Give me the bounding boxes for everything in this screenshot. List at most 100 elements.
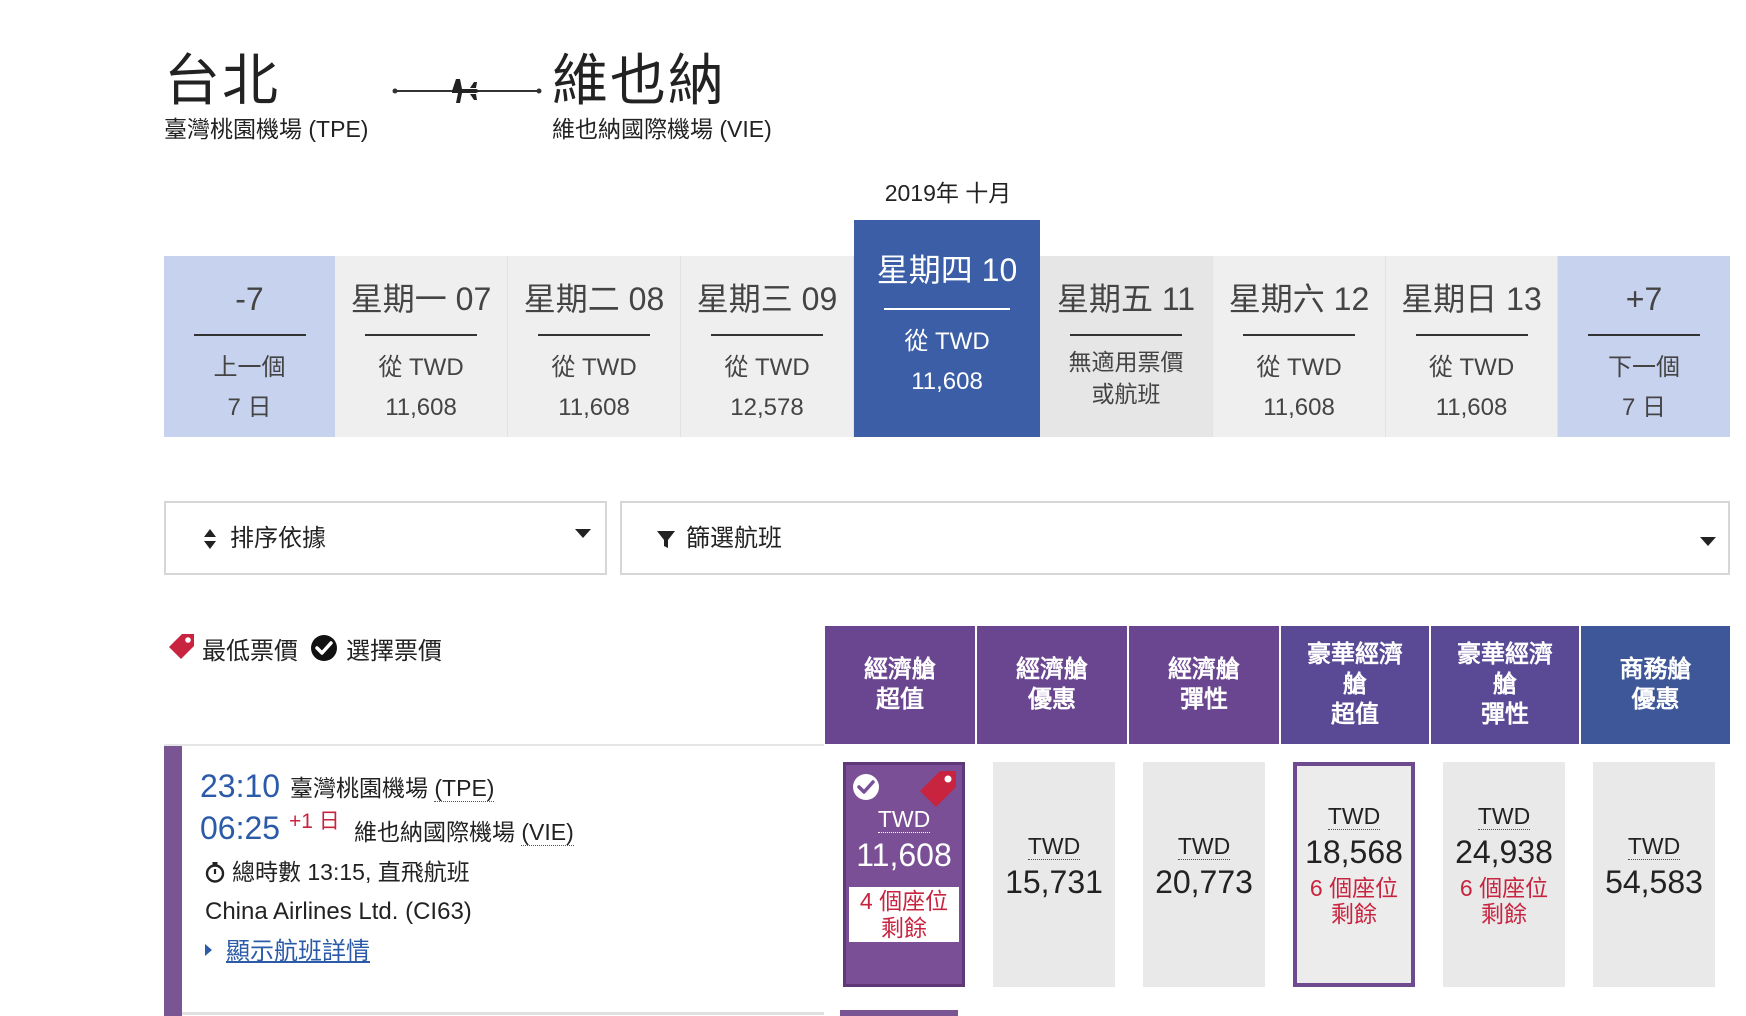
date-price: 11,608 [385, 394, 457, 421]
arrival-airport-code[interactable]: (VIE) [521, 819, 574, 846]
fare-card-economy-flex[interactable]: TWD 20,773 [1143, 762, 1265, 987]
prev-week-line2: 7 日 [227, 394, 272, 421]
date-cell-tuesday[interactable]: 星期二 08 從 TWD 11,608 [508, 256, 681, 437]
date-price: 12,578 [730, 394, 804, 421]
divider [538, 334, 650, 336]
fare-currency: TWD [993, 832, 1115, 860]
cabin-header-business-saver: 商務艙 優惠 [1581, 626, 1730, 744]
flight-accent-bar [164, 746, 182, 1016]
filter-icon [657, 531, 675, 548]
cabin-header-line: 經濟艙 [1016, 656, 1088, 683]
date-label: 星期二 08 [523, 281, 665, 317]
date-cell-saturday[interactable]: 星期六 12 從 TWD 11,608 [1213, 256, 1386, 437]
date-price: 11,608 [1263, 394, 1335, 421]
fare-price: 24,938 [1455, 834, 1553, 870]
legend-selected-label: 選擇票價 [346, 638, 442, 665]
next-fare-card-edge [840, 1010, 958, 1016]
cabin-header-line: 豪華經濟 [1307, 641, 1403, 668]
show-flight-details-label: 顯示航班詳情 [226, 938, 370, 965]
fare-currency: TWD [1297, 802, 1411, 830]
date-label: 星期一 07 [350, 281, 492, 317]
flight-duration: 總時數 13:15, 直飛航班 [204, 856, 470, 888]
fare-card-premium-economy-flex[interactable]: TWD 24,938 6 個座位 剩餘 [1443, 762, 1565, 987]
cabin-header-economy-saver: 經濟艙 優惠 [977, 626, 1127, 744]
fare-currency-code: TWD [1477, 803, 1531, 830]
origin-city: 台北 [164, 49, 280, 112]
departure-time: 23:10 [200, 768, 281, 804]
cabin-header-line: 艙 [1493, 671, 1517, 698]
cabin-header-line: 彈性 [1180, 686, 1228, 713]
divider [1243, 334, 1355, 336]
seats-remaining: 6 個座位 [1459, 875, 1549, 901]
date-cell-monday[interactable]: 星期一 07 從 TWD 11,608 [335, 256, 508, 437]
next-week-label: +7 [1625, 281, 1663, 317]
fare-price: 18,568 [1305, 834, 1403, 870]
date-from-label: 從 TWD [904, 328, 990, 355]
prev-week-label: -7 [235, 281, 264, 317]
airline-name: China Airlines Ltd. (CI63) [205, 898, 472, 925]
cabin-header-economy-super-value: 經濟艙 超值 [825, 626, 975, 744]
fare-currency: TWD [1443, 802, 1565, 830]
departure-airport-code[interactable]: (TPE) [434, 775, 495, 802]
legend-lowest-label: 最低票價 [202, 638, 298, 665]
cabin-header-line: 艙 [1343, 671, 1367, 698]
filter-label: 篩選航班 [686, 525, 782, 552]
date-cell-thursday-selected[interactable]: 星期四 10 從 TWD 11,608 [854, 220, 1040, 437]
next-week-line2: 7 日 [1621, 394, 1666, 421]
date-from-label: 從 TWD [551, 354, 637, 381]
prev-week-button[interactable]: -7 上一個 7 日 [164, 256, 335, 437]
destination: 維也納 維也納國際機場 (VIE) [552, 48, 772, 144]
date-cell-sunday[interactable]: 星期日 13 從 TWD 11,608 [1386, 256, 1558, 437]
cabin-header-line: 超值 [876, 686, 924, 713]
seats-remaining-box: 4 個座位 剩餘 [849, 887, 959, 942]
date-price: 11,608 [911, 368, 983, 395]
chevron-down-icon [575, 529, 591, 538]
seats-remaining-suffix: 剩餘 [1331, 901, 1377, 927]
fare-card-economy-saver[interactable]: TWD 15,731 [993, 762, 1115, 987]
arrival-time: 06:25 [200, 810, 281, 846]
fare-card-business-saver[interactable]: TWD 54,583 [1593, 762, 1715, 987]
divider [1588, 334, 1700, 336]
show-flight-details-link[interactable]: 顯示航班詳情 [205, 936, 370, 968]
cabin-header-line: 經濟艙 [864, 656, 936, 683]
filter-dropdown[interactable]: 篩選航班 [620, 501, 1730, 575]
origin: 台北 臺灣桃園機場 (TPE) [164, 48, 368, 144]
destination-airport: 維也納國際機場 (VIE) [552, 116, 772, 142]
date-label: 星期六 12 [1228, 281, 1370, 317]
date-from-label: 從 TWD [1428, 354, 1515, 381]
sort-dropdown[interactable]: 排序依據 [164, 501, 607, 575]
fare-currency-code: TWD [1177, 833, 1231, 860]
cabin-header-premium-economy-flex: 豪華經濟艙彈性 [1431, 626, 1579, 744]
row-divider [182, 1012, 824, 1015]
next-week-button[interactable]: +7 下一個 7 日 [1558, 256, 1730, 437]
fare-currency-code: TWD [877, 806, 931, 833]
fare-price: 54,583 [1605, 864, 1703, 900]
route-header: 台北 臺灣桃園機場 (TPE) 維也納 維也納國際機場 (VIE) [164, 48, 924, 148]
divider [1415, 334, 1528, 336]
fare-price: 15,731 [1005, 864, 1103, 900]
cabin-header-line: 經濟艙 [1168, 656, 1240, 683]
arrival-day-offset: +1 日 [289, 810, 340, 833]
fare-card-premium-economy-value[interactable]: TWD 18,568 6 個座位 剩餘 [1293, 762, 1415, 987]
date-cell-friday[interactable]: 星期五 11 無適用票價 或航班 [1040, 256, 1213, 437]
departure-airport-name: 臺灣桃園機場 [290, 775, 428, 801]
fare-currency: TWD [1143, 832, 1265, 860]
cabin-header-line: 優惠 [1028, 686, 1076, 713]
date-cell-wednesday[interactable]: 星期三 09 從 TWD 12,578 [681, 256, 854, 437]
month-label: 2019年 十月 [884, 180, 1012, 206]
divider [1070, 334, 1182, 336]
date-price: 11,608 [1435, 394, 1508, 421]
date-from-label: 從 TWD [1256, 354, 1342, 381]
cabin-header-line: 豪華經濟 [1457, 641, 1553, 668]
fare-price: 20,773 [1155, 864, 1253, 900]
check-circle-icon [853, 774, 879, 800]
cabin-header-line: 優惠 [1631, 686, 1680, 713]
plane-arrow-icon [392, 79, 542, 103]
flight-duration-text: 總時數 13:15, 直飛航班 [232, 859, 470, 885]
seats-remaining-suffix: 剩餘 [881, 915, 927, 941]
date-label: 星期三 09 [696, 281, 838, 317]
fare-card-economy-super-value[interactable]: TWD 11,608 4 個座位 剩餘 [843, 762, 965, 987]
date-from-label: 從 TWD [724, 354, 810, 381]
departure-airport: 臺灣桃園機場 (TPE) [290, 772, 495, 804]
cabin-header-premium-economy-value: 豪華經濟艙超值 [1281, 626, 1429, 744]
